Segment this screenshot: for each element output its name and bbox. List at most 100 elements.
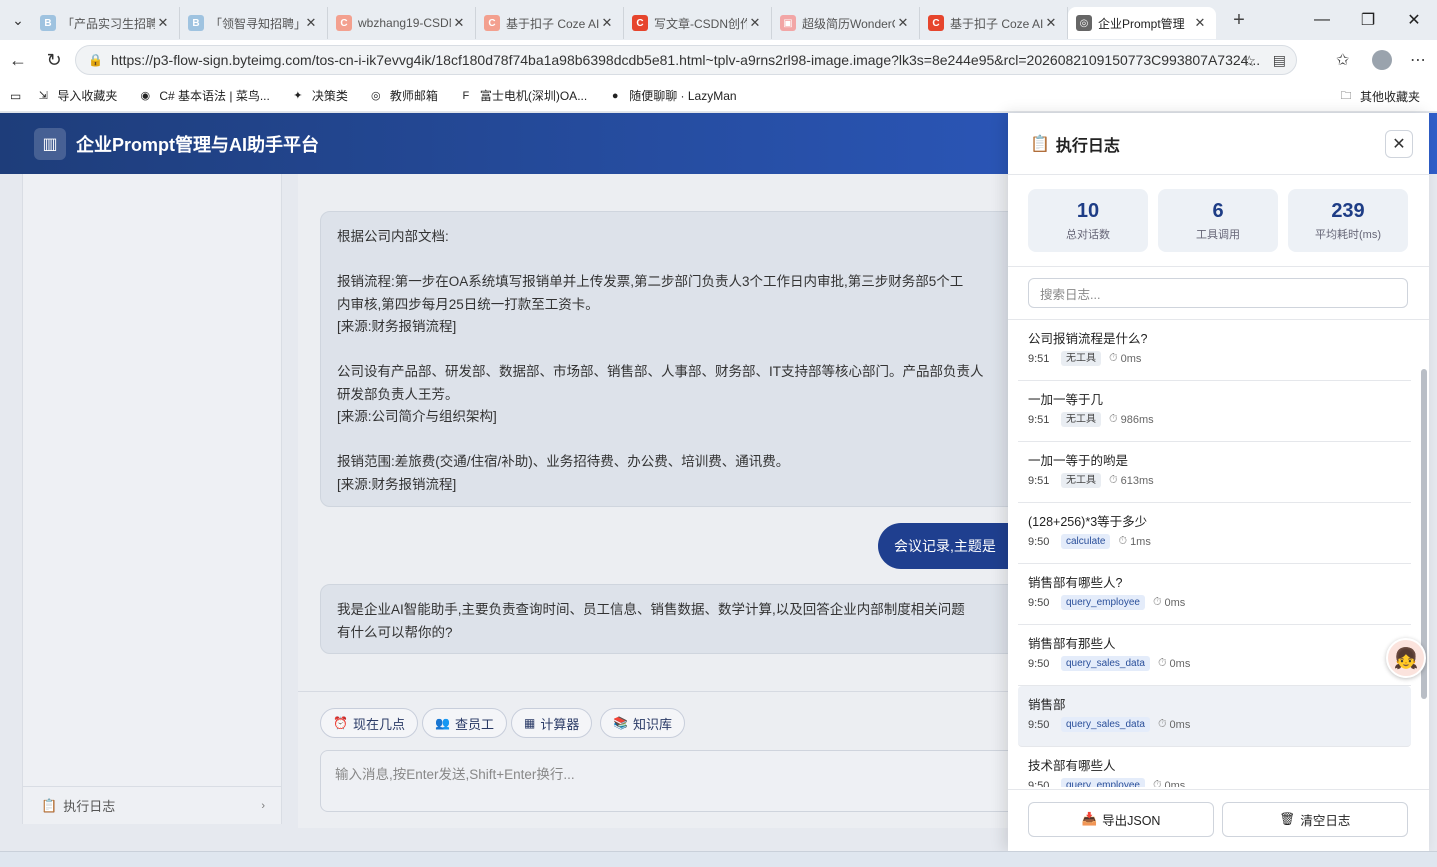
minimize-icon[interactable]: — xyxy=(1299,11,1345,29)
favorite-star-icon[interactable]: ☆ xyxy=(1243,52,1256,70)
browser-tab[interactable]: C 基于扣子 Coze AI ✕ xyxy=(920,7,1068,39)
new-tab-button[interactable]: + xyxy=(1224,9,1254,32)
log-entry[interactable]: 技术部有哪些人 9:50 query_employee ⏱ 0ms xyxy=(1018,747,1411,787)
bookmark-item[interactable]: ● 随便聊聊 · LazyMan xyxy=(607,87,737,104)
quick-action-icon: ▦ xyxy=(524,716,536,730)
close-tab-icon[interactable]: ✕ xyxy=(599,15,615,31)
clock-icon: ⏱ xyxy=(1109,413,1118,425)
log-time: 9:50 xyxy=(1028,596,1050,609)
close-tab-icon[interactable]: ✕ xyxy=(155,15,171,31)
more-menu-icon[interactable]: ⋯ xyxy=(1410,40,1426,80)
bookmark-label: 教师邮箱 xyxy=(389,89,438,103)
clock-icon: ⏱ xyxy=(1109,474,1118,486)
browser-tab[interactable]: Cwbzhang19-CSDN ✕ xyxy=(328,7,476,39)
log-duration: 0ms xyxy=(1120,352,1142,365)
bookmark-icon: ◎ xyxy=(371,90,381,102)
back-icon[interactable]: ← xyxy=(0,50,36,71)
site-info-icon[interactable]: 🔒 xyxy=(88,53,103,67)
log-entry[interactable]: 一加一等于几 9:51 无工具 ⏱ 986ms xyxy=(1018,381,1411,442)
close-tab-icon[interactable]: ✕ xyxy=(895,15,911,31)
tab-favicon-icon: B xyxy=(40,15,56,31)
close-tab-icon[interactable]: ✕ xyxy=(1192,15,1208,31)
tab-title: 基于扣子 Coze AI xyxy=(506,16,599,31)
tool-badge: calculate xyxy=(1061,534,1111,549)
sidebar-toggle-icon[interactable]: ▭ xyxy=(10,89,21,103)
log-entry[interactable]: 销售部有那些人 9:50 query_sales_data ⏱ 0ms xyxy=(1018,625,1411,686)
tab-favicon-icon: C xyxy=(336,15,352,31)
close-window-icon[interactable]: ✕ xyxy=(1391,10,1437,30)
quick-action-chip[interactable]: 👥 查员工 xyxy=(422,708,507,738)
clock-icon: ⏱ xyxy=(1152,779,1162,787)
tab-actions-menu-icon[interactable]: ⌄ xyxy=(4,6,32,34)
close-tab-icon[interactable]: ✕ xyxy=(303,15,319,31)
close-tab-icon[interactable]: ✕ xyxy=(1043,15,1059,31)
restore-icon[interactable]: ❐ xyxy=(1345,10,1391,30)
browser-tab[interactable]: C 写文章-CSDN创作 ✕ xyxy=(624,7,772,39)
clock-icon: ⏱ xyxy=(1157,657,1167,669)
bookmark-icon: ● xyxy=(611,89,619,102)
close-panel-button[interactable]: ✕ xyxy=(1385,130,1413,158)
building-logo-icon: ▥ xyxy=(34,127,66,160)
tabs-container: B 「产品实习生招聘 ✕ B 「领智寻知招聘」 ✕ Cwbzhang19-CSDN ✕ C 基于扣… xyxy=(32,1,1216,39)
tab-favicon-icon: ◎ xyxy=(1076,15,1092,31)
log-question: 销售部有哪些人? xyxy=(1028,576,1123,590)
quick-action-chip[interactable]: ⏰ 现在几点 xyxy=(320,708,418,738)
message-input[interactable]: 输入消息,按Enter发送,Shift+Enter换行... xyxy=(320,750,1040,812)
reload-icon[interactable]: ↻ xyxy=(36,50,72,71)
profile-avatar[interactable] xyxy=(1372,40,1392,80)
assistant-avatar[interactable]: 👧 xyxy=(1386,638,1426,678)
tool-badge: 无工具 xyxy=(1061,412,1101,427)
panel-header: 📋 执行日志 xyxy=(1008,113,1429,175)
clipboard-icon: 📋 xyxy=(1030,135,1050,153)
quick-action-icon: ⏰ xyxy=(333,716,348,730)
reader-mode-icon[interactable]: ▤ xyxy=(1273,52,1286,69)
chat-area: 根据公司内部文档: 报销流程:第一步在OA系统填写报销单并上传发票,第二步部门负… xyxy=(298,174,1078,828)
log-meta: 9:51 无工具 ⏱ 0ms xyxy=(1028,351,1401,366)
favorites-icon[interactable]: ✩ xyxy=(1336,40,1349,80)
quick-action-chip[interactable]: 📚 知识库 xyxy=(600,708,685,738)
log-entry[interactable]: 公司报销流程是什么? 9:51 无工具 ⏱ 0ms xyxy=(1018,320,1411,381)
log-entry[interactable]: 一加一等于的哟是 9:51 无工具 ⏱ 613ms xyxy=(1018,442,1411,503)
log-search-input[interactable]: 搜索日志... xyxy=(1028,278,1408,308)
stat-label: 平均耗时(ms) xyxy=(1315,228,1381,241)
browser-tab[interactable]: ◎ 企业Prompt管理 ✕ xyxy=(1068,7,1216,39)
bookmark-item[interactable]: ◎ 教师邮箱 xyxy=(368,87,438,104)
bookmark-item[interactable]: ✦ 决策类 xyxy=(290,87,348,104)
log-meta: 9:50 query_employee ⏱ 0ms xyxy=(1028,595,1401,610)
sidebar-execution-log-toggle[interactable]: 📋 执行日志 › xyxy=(23,786,281,824)
tab-favicon-icon: C xyxy=(928,15,944,31)
browser-tab[interactable]: B 「领智寻知招聘」 ✕ xyxy=(180,7,328,39)
url-field[interactable]: 🔒 https://p3-flow-sign.byteimg.com/tos-c… xyxy=(75,45,1297,75)
close-tab-icon[interactable]: ✕ xyxy=(747,15,763,31)
log-entry[interactable]: 销售部 9:50 query_sales_data ⏱ 0ms xyxy=(1018,686,1411,747)
browser-tab[interactable]: ▣ 超级简历WonderC ✕ xyxy=(772,7,920,39)
log-time: 9:51 xyxy=(1028,352,1050,365)
clear-log-button[interactable]: 🗑 清空日志 xyxy=(1222,802,1408,837)
quick-action-chip[interactable]: ▦ 计算器 xyxy=(511,708,593,738)
bookmark-icon: F xyxy=(462,89,470,102)
tab-favicon-icon: B xyxy=(188,15,204,31)
address-bar: ← ↻ 🔒 https://p3-flow-sign.byteimg.com/t… xyxy=(0,40,1437,80)
log-entry[interactable]: (128+256)*3等于多少 9:50 calculate ⏱ 1ms xyxy=(1018,503,1411,564)
other-bookmarks[interactable]: 🗀 其他收藏夹 xyxy=(1338,88,1421,105)
export-icon: 📥 xyxy=(1081,812,1098,826)
log-meta: 9:50 query_sales_data ⏱ 0ms xyxy=(1028,656,1401,671)
chevron-right-icon: › xyxy=(261,799,265,812)
quick-action-icon: 📚 xyxy=(613,716,628,730)
bookmark-item[interactable]: ◉ C# 基本语法 | 菜鸟... xyxy=(137,87,270,104)
quick-action-label: 查员工 xyxy=(454,716,494,732)
stat-label: 工具调用 xyxy=(1196,228,1240,241)
clock-icon: ⏱ xyxy=(1118,535,1128,547)
browser-tab[interactable]: C 基于扣子 Coze AI ✕ xyxy=(476,7,624,39)
bookmark-item[interactable]: ⇲ 导入收藏夹 xyxy=(35,87,118,104)
close-tab-icon[interactable]: ✕ xyxy=(451,15,467,31)
tool-badge: query_sales_data xyxy=(1061,717,1150,732)
tab-favicon-icon: C xyxy=(484,15,500,31)
export-json-button[interactable]: 📥 导出JSON xyxy=(1028,802,1214,837)
browser-tab[interactable]: B 「产品实习生招聘 ✕ xyxy=(32,7,180,39)
bookmark-item[interactable]: F 富士电机(深圳)OA... xyxy=(458,87,587,104)
log-entry[interactable]: 销售部有哪些人? 9:50 query_employee ⏱ 0ms xyxy=(1018,564,1411,625)
log-list: 公司报销流程是什么? 9:51 无工具 ⏱ 0ms 一加一等于几 9:51 无工具 ⏱ 986ms… xyxy=(1018,320,1411,787)
log-question: 一加一等于几 xyxy=(1028,393,1104,407)
log-time: 9:50 xyxy=(1028,657,1050,670)
